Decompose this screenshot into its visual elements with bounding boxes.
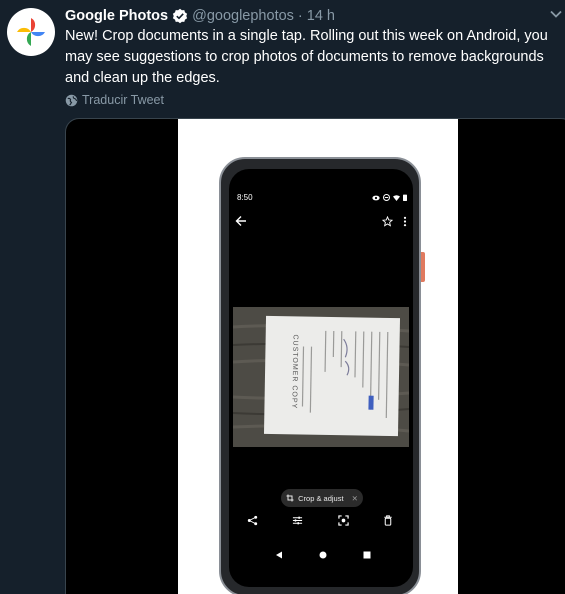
phone-status-bar: 8:50 [237,193,407,202]
phone-mockup: 8:50 CUSTOMER COPY Crop & adjust ✕ [219,157,421,594]
photo-action-bar [247,515,393,526]
share-icon[interactable] [247,515,258,526]
globe-icon [65,94,78,106]
tweet-text: New! Crop documents in a single tap. Rol… [65,28,548,86]
verified-badge-icon [172,8,188,24]
lens-icon[interactable] [337,515,349,526]
more-options-chevron-down-icon[interactable] [549,7,563,21]
viewer-top-bar [235,215,407,227]
android-nav-bar [275,551,371,559]
phone-screen: 8:50 CUSTOMER COPY Crop & adjust ✕ [229,169,413,587]
tweet-media[interactable]: 8:50 CUSTOMER COPY Crop & adjust ✕ [65,118,565,594]
receipt-photo: CUSTOMER COPY [233,307,409,447]
tune-icon[interactable] [292,515,303,526]
more-vert-icon[interactable] [403,216,407,227]
chip-label: Crop & adjust [298,493,344,503]
author-handle[interactable]: @googlephotos [192,8,294,24]
arrow-left-icon[interactable] [235,215,247,227]
do-not-disturb-icon [383,194,390,201]
star-icon[interactable] [382,215,393,227]
meta-separator: · [297,8,303,24]
battery-icon [403,194,407,201]
close-icon[interactable]: ✕ [352,494,358,503]
translate-label: Traducir Tweet [82,93,164,107]
tweet-time[interactable]: 14 h [307,8,335,24]
google-photos-logo-icon [17,18,45,46]
nav-back-icon[interactable] [275,551,283,559]
trash-icon[interactable] [383,515,393,526]
author-name[interactable]: Google Photos [65,8,168,24]
crop-adjust-suggestion-chip[interactable]: Crop & adjust ✕ [281,489,363,507]
tweet-header: Google Photos @googlephotos · 14 h [65,6,565,26]
nav-home-icon[interactable] [319,551,327,559]
translate-tweet-link[interactable]: Traducir Tweet [65,93,164,107]
phone-side-button [421,252,425,282]
eye-icon [372,195,380,200]
receipt-document: CUSTOMER COPY [263,315,401,437]
phone-time: 8:50 [237,193,253,202]
receipt-customer-copy: CUSTOMER COPY [290,334,299,410]
avatar[interactable] [7,8,55,56]
wifi-icon [393,194,400,201]
nav-recents-icon[interactable] [363,551,371,559]
receipt-print [301,330,389,418]
crop-icon [286,494,294,502]
